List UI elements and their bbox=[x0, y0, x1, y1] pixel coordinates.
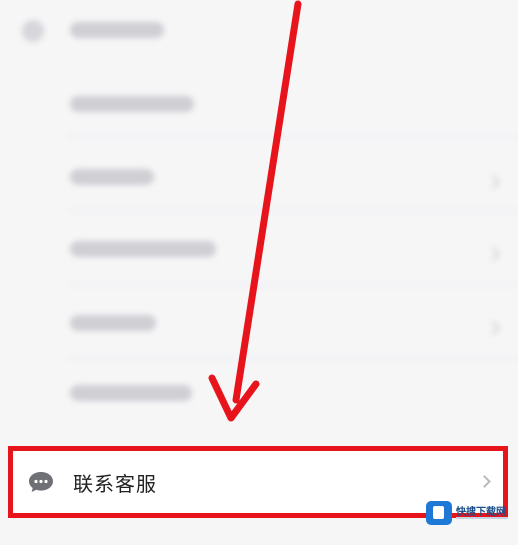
watermark-subtext-line bbox=[456, 517, 508, 519]
blurred-menu-list bbox=[0, 0, 518, 430]
menu-item-label-placeholder bbox=[70, 96, 194, 112]
chevron-right-icon bbox=[485, 320, 501, 336]
watermark-logo-icon bbox=[426, 501, 452, 525]
menu-item[interactable] bbox=[0, 211, 518, 285]
chevron-right-icon bbox=[478, 475, 491, 488]
watermark-logo: 快搜下载网 bbox=[426, 498, 516, 528]
chevron-right-icon bbox=[485, 246, 501, 262]
contact-customer-service-label: 联系客服 bbox=[73, 472, 157, 496]
menu-item[interactable] bbox=[0, 285, 518, 359]
header-icon bbox=[22, 20, 44, 42]
chat-bubble-icon bbox=[29, 472, 53, 492]
menu-item[interactable] bbox=[0, 359, 518, 429]
section-title-placeholder bbox=[70, 22, 164, 38]
menu-item[interactable] bbox=[0, 137, 518, 211]
menu-item-label-placeholder bbox=[70, 385, 192, 401]
menu-item-label-placeholder bbox=[70, 169, 154, 185]
menu-item-label-placeholder bbox=[70, 241, 216, 257]
menu-item[interactable] bbox=[0, 60, 518, 134]
chevron-right-icon bbox=[485, 174, 501, 190]
menu-item-label-placeholder bbox=[70, 315, 156, 331]
